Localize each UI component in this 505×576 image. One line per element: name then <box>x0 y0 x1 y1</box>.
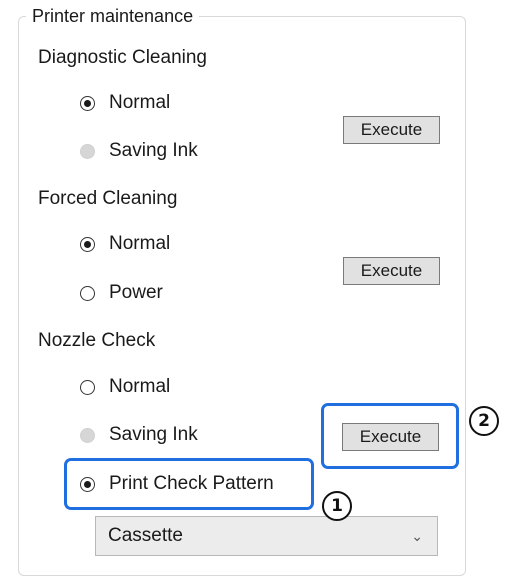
diagnostic-normal-label: Normal <box>109 92 171 113</box>
forced-execute-button[interactable]: Execute <box>343 257 440 285</box>
nozzle-saving-ink-label: Saving Ink <box>109 424 198 445</box>
execute-highlight <box>321 403 459 469</box>
diagnostic-cleaning-label: Diagnostic Cleaning <box>38 47 207 68</box>
radio-disabled-icon <box>80 143 95 159</box>
nozzle-normal-label: Normal <box>109 376 171 397</box>
radio-checked-icon <box>80 95 95 111</box>
forced-cleaning-label: Forced Cleaning <box>38 188 178 209</box>
diagnostic-saving-ink-label: Saving Ink <box>109 140 198 161</box>
callout-1: 1 <box>322 491 352 521</box>
forced-power-label: Power <box>109 282 163 303</box>
nozzle-check-label: Nozzle Check <box>38 330 156 351</box>
chevron-down-icon: ⌄ <box>411 527 423 544</box>
forced-normal-radio[interactable]: Normal <box>80 231 170 257</box>
diagnostic-execute-button[interactable]: Execute <box>343 116 440 144</box>
callout-2: 2 <box>469 406 499 436</box>
diagnostic-saving-ink-radio: Saving Ink <box>80 138 198 164</box>
forced-normal-label: Normal <box>109 233 171 254</box>
radio-unchecked-icon <box>80 285 95 301</box>
nozzle-saving-ink-radio: Saving Ink <box>80 422 198 448</box>
paper-source-value: Cassette <box>108 525 183 546</box>
diagnostic-normal-radio[interactable]: Normal <box>80 90 170 116</box>
forced-power-radio[interactable]: Power <box>80 280 163 306</box>
radio-checked-icon <box>80 236 95 252</box>
radio-unchecked-icon <box>80 379 95 395</box>
group-title: Printer maintenance <box>26 4 200 28</box>
radio-disabled-icon <box>80 427 95 443</box>
nozzle-normal-radio[interactable]: Normal <box>80 374 170 400</box>
paper-source-select[interactable]: Cassette ⌄ <box>95 516 438 556</box>
print-check-pattern-highlight <box>64 458 314 510</box>
